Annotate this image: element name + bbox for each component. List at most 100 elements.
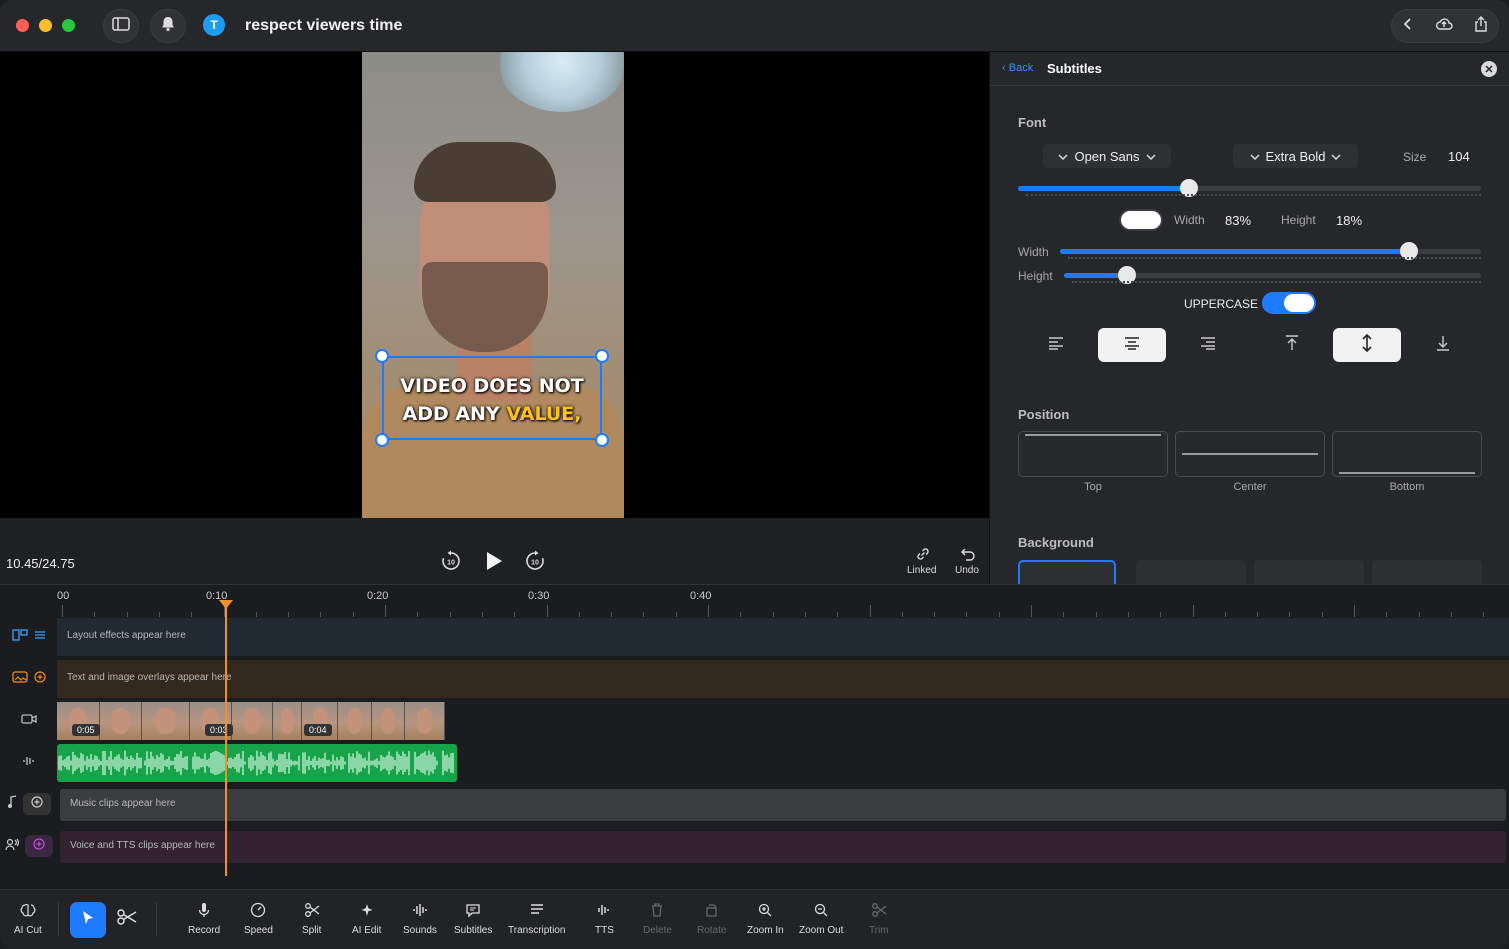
notifications-button[interactable] [150,9,186,43]
overlay-track-head[interactable] [0,669,57,689]
timeline-ruler[interactable]: 00 0:10 0:20 0:30 0:40 [57,585,1509,617]
undo-button[interactable]: Undo [952,546,984,578]
ruler-tick [481,612,483,617]
font-weight-dropdown[interactable]: Extra Bold [1233,144,1358,168]
skip-forward-button[interactable]: 10 [523,550,547,575]
font-size-slider[interactable] [1018,179,1481,197]
split-scissors-icon [304,902,320,921]
height-slider[interactable] [1064,266,1481,284]
tts-button[interactable]: TTS [595,902,614,936]
sounds-button[interactable]: Sounds [403,902,437,936]
background-style-option[interactable] [1018,560,1116,584]
delete-button[interactable]: Delete [643,902,672,936]
video-thumbnail [405,702,445,740]
cut-tool-button[interactable] [116,908,138,931]
layout-track-head[interactable] [0,627,57,647]
linked-button[interactable]: Linked [902,546,944,578]
layout-effects-track[interactable]: Layout effects appear here [57,618,1509,656]
audio-track-head[interactable] [0,753,57,773]
position-bottom-label: Bottom [1389,481,1425,493]
width-slider[interactable] [1060,242,1481,260]
thumbnail-face [381,708,395,734]
valign-middle-button[interactable] [1333,328,1401,362]
size-value[interactable]: 104 [1448,149,1470,164]
ruler-tick [1031,605,1032,617]
project-title[interactable]: respect viewers time [245,17,402,35]
maximize-window-button[interactable] [62,19,75,32]
ruler-tick [740,612,742,617]
split-button[interactable]: Split [302,902,321,936]
box-toggle[interactable] [1119,209,1163,231]
overlay-track[interactable]: Text and image overlays appear here [57,660,1509,698]
zoom-out-button[interactable]: Zoom Out [799,902,843,936]
ai-cut-label: AI Cut [14,925,42,936]
sidebar-toggle-button[interactable] [103,9,139,43]
font-family-dropdown[interactable]: Open Sans [1043,144,1171,168]
video-frame: VIDEO DOES NOT ADD ANY VALUE, [362,52,624,518]
font-section-label: Font [1018,115,1047,130]
video-camera-icon [20,712,37,730]
position-bottom-option[interactable] [1332,431,1482,477]
ruler-tick [449,612,451,617]
audio-waveform-clip[interactable] [57,744,457,782]
background-style-option[interactable] [1254,560,1364,584]
video-thumbnail [338,702,372,740]
ruler-tick [578,612,580,617]
subtitles-button[interactable]: Subtitles [454,902,492,936]
resize-handle-bottom-left[interactable] [375,433,389,447]
position-top-option[interactable] [1018,431,1168,477]
avatar[interactable]: T [203,14,225,36]
panel-header: ‹ Back Subtitles ✕ [990,52,1509,86]
speed-button[interactable]: Speed [244,902,273,936]
uppercase-toggle[interactable] [1262,292,1316,314]
subtitle-box[interactable]: VIDEO DOES NOT ADD ANY VALUE, [375,349,609,447]
ruler-tick [1127,612,1129,617]
box-height-label: Height [1281,213,1316,227]
cloud-upload-icon[interactable] [1435,17,1453,36]
share-icon[interactable] [1474,15,1488,37]
align-left-button[interactable] [1022,328,1090,362]
position-center-option[interactable] [1175,431,1325,477]
back-button[interactable]: ‹ Back [1002,62,1033,74]
ai-edit-button[interactable]: AI Edit [352,902,381,936]
clip-duration-badge: 0:05 [72,724,100,736]
resize-handle-top-right[interactable] [595,349,609,363]
app-window: T respect viewers time VIDEO DOES NOT AD… [0,0,1509,949]
resize-handle-top-left[interactable] [375,349,389,363]
box-width-value: 83% [1225,213,1252,228]
valign-bottom-button[interactable] [1409,328,1477,362]
transcription-button[interactable]: Transcription [508,902,565,936]
add-music-icon [22,793,51,815]
select-tool-button[interactable] [70,902,106,938]
align-right-button[interactable] [1174,328,1242,362]
music-track-head[interactable] [0,793,57,815]
align-center-button[interactable] [1098,328,1166,362]
close-window-button[interactable] [16,19,29,32]
chevron-left-icon[interactable] [1402,17,1414,36]
background-style-option[interactable] [1372,560,1482,584]
resize-handle-bottom-right[interactable] [595,433,609,447]
background-section-label: Background [1018,535,1094,550]
minimize-window-button[interactable] [39,19,52,32]
music-track[interactable]: Music clips appear here [60,789,1506,821]
voice-track[interactable]: Voice and TTS clips appear here [60,831,1506,863]
skip-back-button[interactable]: 10 [439,550,463,575]
trim-button[interactable]: Trim [869,902,889,936]
ai-cut-button[interactable]: AI Cut [14,902,42,936]
video-track-head[interactable] [0,711,57,731]
playhead[interactable] [225,602,227,876]
close-panel-button[interactable]: ✕ [1481,61,1497,77]
record-button[interactable]: Record [188,902,220,936]
ruler-tick [417,612,419,617]
voice-track-head[interactable] [0,835,57,857]
video-background-lamp [497,52,624,112]
valign-top-button[interactable] [1258,328,1326,362]
play-button[interactable] [481,550,507,576]
rotate-button[interactable]: Rotate [697,902,726,936]
background-style-option[interactable] [1136,560,1246,584]
zoom-in-button[interactable]: Zoom In [747,902,784,936]
speech-bubble-icon [465,902,481,921]
zoom-in-label: Zoom In [747,925,784,936]
overlay-track-placeholder: Text and image overlays appear here [67,672,232,683]
ruler-tick [675,612,677,617]
